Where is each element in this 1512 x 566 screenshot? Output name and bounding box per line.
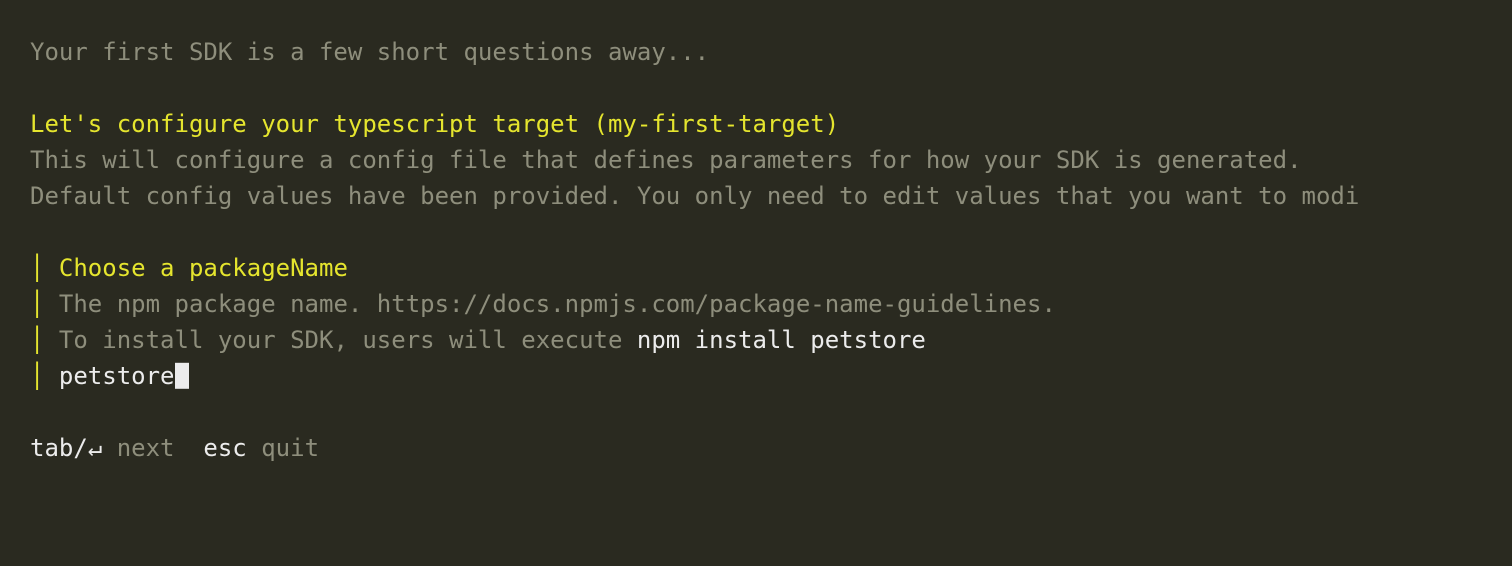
package-name-input[interactable]: petstore bbox=[59, 362, 175, 390]
prompt-bar-icon: │ bbox=[30, 254, 59, 282]
prompt-bar-icon: │ bbox=[30, 362, 59, 390]
cursor-icon bbox=[175, 362, 189, 388]
section-heading: Let's configure your typescript target (… bbox=[30, 110, 839, 138]
section-description-2: Default config values have been provided… bbox=[30, 182, 1359, 210]
intro-text: Your first SDK is a few short questions … bbox=[30, 38, 709, 66]
key-hint-tab: tab/↵ bbox=[30, 434, 102, 462]
key-hint-tab-label: next bbox=[102, 434, 203, 462]
install-hint-prefix: To install your SDK, users will execute bbox=[59, 326, 637, 354]
prompt-bar-icon: │ bbox=[30, 326, 59, 354]
terminal-output: Your first SDK is a few short questions … bbox=[0, 0, 1512, 500]
prompt-title: Choose a packageName bbox=[59, 254, 348, 282]
key-hint-esc-label: quit bbox=[247, 434, 319, 462]
install-command: npm install petstore bbox=[637, 326, 926, 354]
key-hint-esc: esc bbox=[203, 434, 246, 462]
prompt-bar-icon: │ bbox=[30, 290, 59, 318]
prompt-help: The npm package name. https://docs.npmjs… bbox=[59, 290, 1056, 318]
section-description-1: This will configure a config file that d… bbox=[30, 146, 1302, 174]
